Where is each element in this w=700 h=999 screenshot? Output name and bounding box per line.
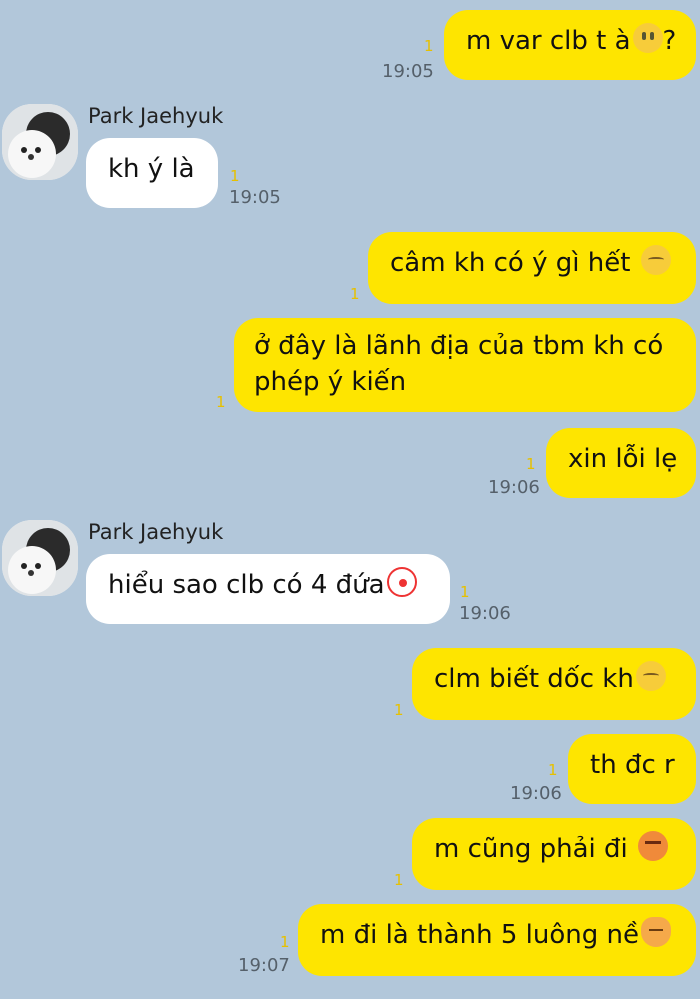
unread-count: 1	[424, 37, 434, 55]
contact-avatar[interactable]	[2, 520, 78, 596]
message-text: hiểu sao clb có 4 đứa	[108, 570, 385, 600]
message-time: 19:06	[459, 603, 511, 624]
message-text-line: ở đây là lãnh địa của tbm kh có	[254, 331, 664, 361]
message-text: th đc r	[590, 750, 675, 780]
unread-count: 1	[216, 393, 226, 411]
message-time: 19:05	[382, 61, 434, 82]
message-text: kh ý là	[108, 154, 195, 184]
message-bubble-sent[interactable]: ở đây là lãnh địa của tbm kh có phép ý k…	[234, 318, 696, 412]
message-text: m var clb t à	[466, 26, 631, 56]
message-bubble-sent[interactable]: th đc r	[568, 734, 696, 804]
sad-emoji-icon	[640, 245, 671, 275]
message-time: 19:06	[510, 783, 562, 804]
message-bubble-sent[interactable]: clm biết dốc kh	[412, 648, 696, 720]
unread-count: 1	[280, 933, 290, 951]
message-bubble-sent[interactable]: câm kh có ý gì hết	[368, 232, 696, 304]
unread-count: 1	[460, 583, 470, 601]
sad-emoji-icon	[635, 661, 666, 691]
message-text: m cũng phải đi	[434, 834, 637, 864]
sender-name: Park Jaehyuk	[88, 520, 224, 544]
message-time: 19:07	[238, 955, 290, 976]
message-text-line: phép ý kiến	[254, 367, 407, 397]
message-bubble-sent[interactable]: xin lỗi lẹ	[546, 428, 696, 498]
clown-emoji-icon	[386, 567, 417, 597]
message-bubble-sent[interactable]: m cũng phải đi	[412, 818, 696, 890]
unread-count: 1	[394, 871, 404, 889]
smile-emoji-icon	[632, 23, 663, 53]
sender-name: Park Jaehyuk	[88, 104, 224, 128]
unread-count: 1	[230, 167, 240, 185]
message-time: 19:06	[488, 477, 540, 498]
message-bubble-sent[interactable]: m var clb t à?	[444, 10, 696, 80]
unread-count: 1	[526, 455, 536, 473]
cat-emoji-icon	[640, 917, 671, 947]
message-suffix: ?	[662, 26, 677, 56]
message-time: 19:05	[229, 187, 281, 208]
angry-emoji-icon	[638, 831, 669, 861]
message-text: xin lỗi lẹ	[568, 444, 678, 474]
message-bubble-sent[interactable]: m đi là thành 5 luông nề	[298, 904, 696, 976]
message-bubble-received[interactable]: hiểu sao clb có 4 đứa	[86, 554, 450, 624]
unread-count: 1	[548, 761, 558, 779]
message-bubble-received[interactable]: kh ý là	[86, 138, 218, 208]
contact-avatar[interactable]	[2, 104, 78, 180]
message-text: clm biết dốc kh	[434, 664, 634, 694]
unread-count: 1	[350, 285, 360, 303]
message-text: m đi là thành 5 luông nề	[320, 920, 639, 950]
message-text: câm kh có ý gì hết	[390, 248, 639, 278]
unread-count: 1	[394, 701, 404, 719]
